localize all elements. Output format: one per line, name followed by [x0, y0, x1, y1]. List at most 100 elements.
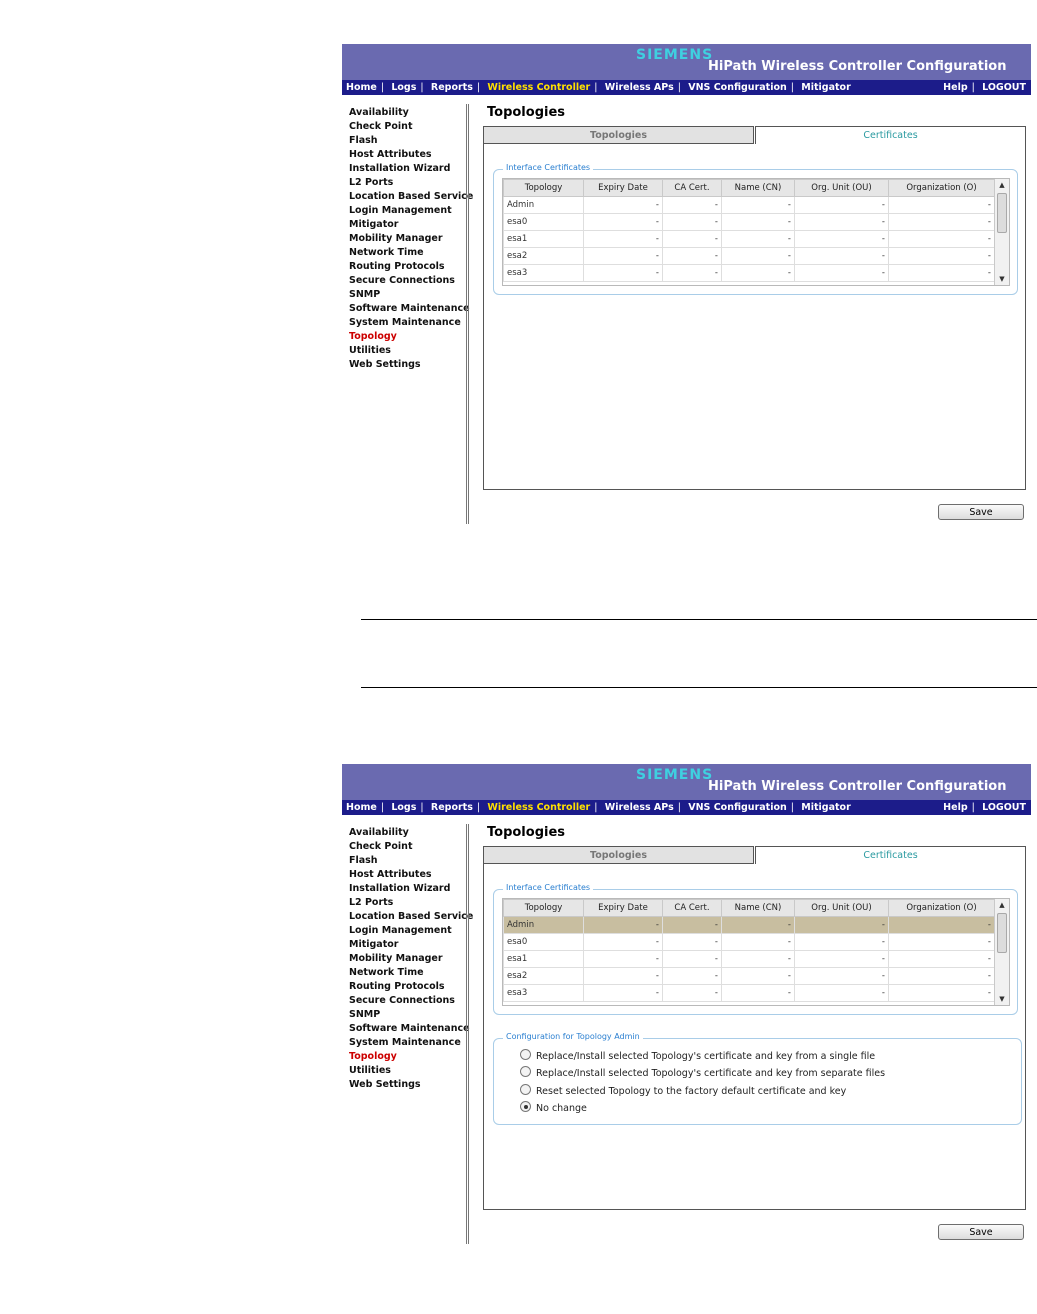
tab-topologies[interactable]: Topologies	[483, 846, 754, 864]
sidebar-item-utilities[interactable]: Utilities	[349, 1064, 467, 1078]
table-row[interactable]: esa2 - - - - -	[503, 247, 995, 265]
nav-mitigator[interactable]: Mitigator	[801, 82, 850, 93]
column-header[interactable]: Org. Unit (OU)	[794, 179, 889, 197]
sidebar-item-login-management[interactable]: Login Management	[349, 204, 467, 218]
sidebar-item-snmp[interactable]: SNMP	[349, 288, 467, 302]
sidebar-item-flash[interactable]: Flash	[349, 854, 467, 868]
sidebar-item-system-maintenance[interactable]: System Maintenance	[349, 1036, 467, 1050]
nav-logout[interactable]: LOGOUT	[982, 82, 1026, 93]
nav-help[interactable]: Help	[943, 802, 967, 813]
nav-home[interactable]: Home	[346, 82, 377, 93]
sidebar-item-installation-wizard[interactable]: Installation Wizard	[349, 162, 467, 176]
table-scrollbar[interactable]: ▲ ▼	[994, 179, 1009, 285]
table-row[interactable]: esa1 - - - - -	[503, 230, 995, 248]
sidebar-item-web-settings[interactable]: Web Settings	[349, 358, 467, 372]
table-scrollbar[interactable]: ▲ ▼	[994, 899, 1009, 1005]
scroll-down-arrow-icon[interactable]: ▼	[995, 993, 1009, 1005]
sidebar-item-availability[interactable]: Availability	[349, 826, 467, 840]
sidebar-item-web-settings[interactable]: Web Settings	[349, 1078, 467, 1092]
radio-button[interactable]	[520, 1066, 531, 1077]
table-row[interactable]: esa0 - - - - -	[503, 933, 995, 951]
tab-certificates[interactable]: Certificates	[755, 846, 1026, 864]
sidebar-item-location-based-service[interactable]: Location Based Service	[349, 190, 473, 204]
sidebar-item-login-management[interactable]: Login Management	[349, 924, 467, 938]
nav-home[interactable]: Home	[346, 802, 377, 813]
tab-certificates[interactable]: Certificates	[755, 126, 1026, 144]
radio-option-separate-files[interactable]: Replace/Install selected Topology's cert…	[520, 1066, 885, 1080]
column-header[interactable]: Topology	[503, 179, 584, 197]
sidebar-item-network-time[interactable]: Network Time	[349, 966, 467, 980]
sidebar-item-flash[interactable]: Flash	[349, 134, 467, 148]
sidebar-item-host-attributes[interactable]: Host Attributes	[349, 868, 467, 882]
sidebar-item-availability[interactable]: Availability	[349, 106, 467, 120]
nav-reports[interactable]: Reports	[431, 82, 473, 93]
sidebar-item-mobility-manager[interactable]: Mobility Manager	[349, 952, 467, 966]
sidebar-item-software-maintenance[interactable]: Software Maintenance	[349, 302, 470, 316]
sidebar-item-routing-protocols[interactable]: Routing Protocols	[349, 260, 467, 274]
radio-option-single-file[interactable]: Replace/Install selected Topology's cert…	[520, 1049, 875, 1063]
sidebar-item-software-maintenance[interactable]: Software Maintenance	[349, 1022, 470, 1036]
nav-wireless-aps[interactable]: Wireless APs	[605, 802, 674, 813]
sidebar-item-installation-wizard[interactable]: Installation Wizard	[349, 882, 467, 896]
sidebar-item-topology[interactable]: Topology	[349, 330, 467, 344]
sidebar-item-secure-connections[interactable]: Secure Connections	[349, 994, 467, 1008]
column-header[interactable]: CA Cert.	[662, 179, 722, 197]
radio-button-selected[interactable]	[520, 1101, 531, 1112]
sidebar-item-topology[interactable]: Topology	[349, 1050, 467, 1064]
nav-logs[interactable]: Logs	[391, 82, 416, 93]
column-header[interactable]: Expiry Date	[583, 899, 663, 917]
column-header[interactable]: CA Cert.	[662, 899, 722, 917]
sidebar-item-mitigator[interactable]: Mitigator	[349, 938, 467, 952]
table-row[interactable]: Admin - - - - -	[503, 196, 995, 214]
column-header[interactable]: Organization (O)	[888, 179, 995, 197]
nav-wireless-aps[interactable]: Wireless APs	[605, 82, 674, 93]
sidebar-item-mobility-manager[interactable]: Mobility Manager	[349, 232, 467, 246]
sidebar-item-routing-protocols[interactable]: Routing Protocols	[349, 980, 467, 994]
sidebar-item-system-maintenance[interactable]: System Maintenance	[349, 316, 467, 330]
sidebar-item-secure-connections[interactable]: Secure Connections	[349, 274, 467, 288]
sidebar-item-location-based-service[interactable]: Location Based Service	[349, 910, 473, 924]
column-header[interactable]: Name (CN)	[721, 899, 795, 917]
radio-button[interactable]	[520, 1049, 531, 1060]
scrollbar-thumb[interactable]	[997, 193, 1007, 233]
radio-button[interactable]	[520, 1084, 531, 1095]
sidebar-item-mitigator[interactable]: Mitigator	[349, 218, 467, 232]
sidebar-item-network-time[interactable]: Network Time	[349, 246, 467, 260]
scroll-down-arrow-icon[interactable]: ▼	[995, 273, 1009, 285]
nav-logs[interactable]: Logs	[391, 802, 416, 813]
nav-wireless-controller[interactable]: Wireless Controller	[487, 82, 590, 93]
table-row-selected[interactable]: Admin - - - - -	[503, 916, 995, 934]
column-header[interactable]: Expiry Date	[583, 179, 663, 197]
nav-logout[interactable]: LOGOUT	[982, 802, 1026, 813]
nav-vns-configuration[interactable]: VNS Configuration	[688, 802, 787, 813]
table-row[interactable]: esa3 - - - - -	[503, 264, 995, 282]
sidebar-item-snmp[interactable]: SNMP	[349, 1008, 467, 1022]
sidebar-item-check-point[interactable]: Check Point	[349, 120, 467, 134]
radio-option-no-change[interactable]: No change	[520, 1101, 587, 1115]
save-button[interactable]: Save	[938, 504, 1024, 520]
table-row[interactable]: esa1 - - - - -	[503, 950, 995, 968]
column-header[interactable]: Topology	[503, 899, 584, 917]
save-button[interactable]: Save	[938, 1224, 1024, 1240]
column-header[interactable]: Org. Unit (OU)	[794, 899, 889, 917]
sidebar-item-l2-ports[interactable]: L2 Ports	[349, 896, 467, 910]
tab-topologies[interactable]: Topologies	[483, 126, 754, 144]
table-row[interactable]: esa2 - - - - -	[503, 967, 995, 985]
nav-wireless-controller[interactable]: Wireless Controller	[487, 802, 590, 813]
scroll-up-arrow-icon[interactable]: ▲	[995, 179, 1009, 191]
nav-reports[interactable]: Reports	[431, 802, 473, 813]
scroll-up-arrow-icon[interactable]: ▲	[995, 899, 1009, 911]
nav-vns-configuration[interactable]: VNS Configuration	[688, 82, 787, 93]
scrollbar-thumb[interactable]	[997, 913, 1007, 953]
radio-option-reset-default[interactable]: Reset selected Topology to the factory d…	[520, 1084, 846, 1098]
nav-mitigator[interactable]: Mitigator	[801, 802, 850, 813]
sidebar-item-utilities[interactable]: Utilities	[349, 344, 467, 358]
sidebar-item-check-point[interactable]: Check Point	[349, 840, 467, 854]
sidebar-item-host-attributes[interactable]: Host Attributes	[349, 148, 467, 162]
column-header[interactable]: Name (CN)	[721, 179, 795, 197]
sidebar-item-l2-ports[interactable]: L2 Ports	[349, 176, 467, 190]
column-header[interactable]: Organization (O)	[888, 899, 995, 917]
table-row[interactable]: esa0 - - - - -	[503, 213, 995, 231]
table-row[interactable]: esa3 - - - - -	[503, 984, 995, 1002]
nav-help[interactable]: Help	[943, 82, 967, 93]
